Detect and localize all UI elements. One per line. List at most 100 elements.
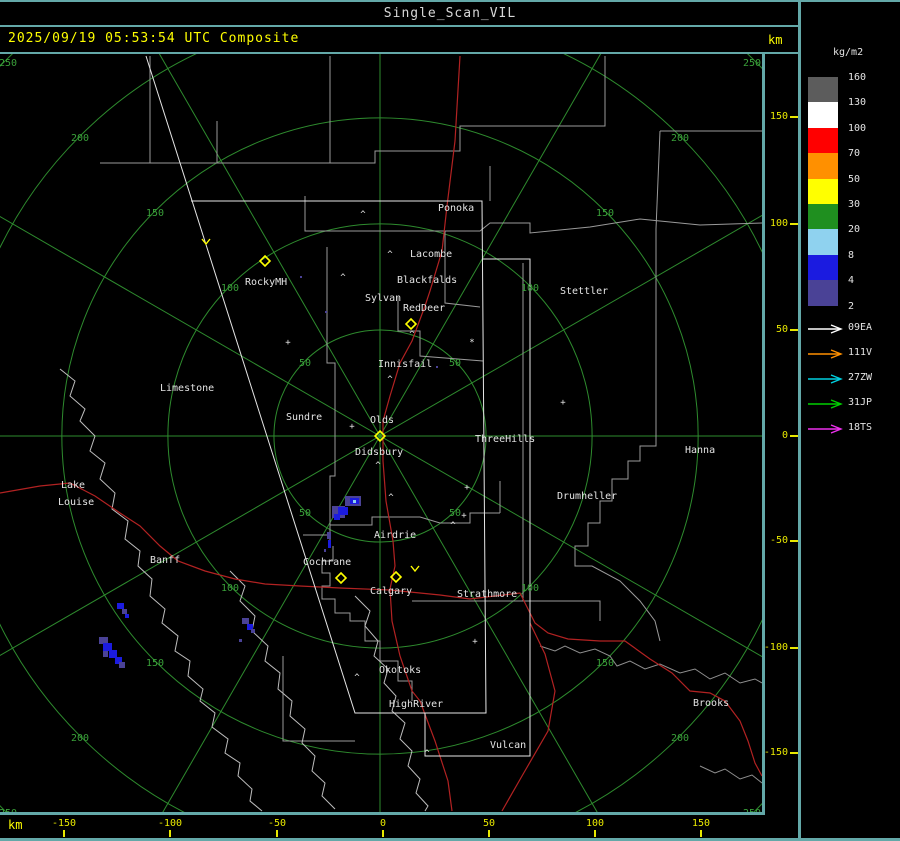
town-marker: +	[461, 511, 467, 521]
town-marker: +	[472, 637, 478, 647]
precip-echo	[324, 549, 326, 552]
city-label-okotoks: Okotoks	[379, 665, 421, 676]
city-label-banff: Banff	[150, 555, 180, 566]
panel-separator	[798, 0, 801, 841]
ring-distance-label: 100	[221, 283, 239, 294]
x-axis-label: 150	[691, 818, 711, 829]
town-marker: +	[464, 483, 470, 493]
radar-id-label: 18TS	[848, 422, 873, 433]
y-axis-label: 0	[781, 430, 788, 441]
color-scale-value: 160	[848, 72, 867, 83]
ring-distance-label: 200	[671, 733, 689, 744]
color-scale-value: 2	[848, 300, 855, 312]
precip-echo	[327, 532, 331, 539]
city-label-stettler: Stettler	[560, 286, 608, 297]
city-label-threehills: ThreeHills	[475, 434, 535, 445]
city-label-ponoka: Ponoka	[438, 203, 474, 214]
city-label-vulcan: Vulcan	[490, 740, 526, 751]
ring-distance-label: 250	[743, 58, 761, 69]
color-scale-block	[808, 254, 838, 281]
town-marker: ^	[354, 673, 360, 683]
color-scale-block	[808, 102, 838, 128]
city-label-hanna: Hanna	[685, 445, 715, 456]
town-marker: +	[560, 398, 566, 408]
town-marker: ^	[424, 749, 430, 759]
city-label-strathmore: Strathmore	[457, 589, 517, 600]
color-scale-value: 30	[848, 199, 861, 210]
x-axis-tick	[700, 830, 702, 837]
ring-distance-label: 200	[671, 133, 689, 144]
town-marker: ^	[340, 273, 346, 283]
x-axis-label: -50	[267, 818, 287, 829]
town-marker: ^	[375, 461, 381, 471]
ring-distance-label: 200	[71, 733, 89, 744]
y-axis-tick	[790, 435, 798, 437]
town-marker: +	[285, 338, 291, 348]
city-label-brooks: Brooks	[693, 698, 729, 709]
ring-distance-label: 100	[521, 283, 539, 294]
city-label-sylvan: Sylvan	[365, 293, 401, 304]
ring-distance-label: 50	[299, 508, 311, 519]
color-scale-value: 20	[848, 224, 861, 236]
precip-echo	[325, 311, 327, 313]
y-axis-tick	[790, 647, 798, 649]
ring-distance-label: 150	[596, 658, 614, 669]
radar-id-label: 09EA	[848, 322, 873, 333]
ring-distance-label: 150	[596, 208, 614, 219]
color-scale-block	[808, 153, 838, 179]
map-bottom-border	[0, 812, 765, 815]
town-marker: +	[349, 422, 355, 432]
precip-echo	[103, 643, 112, 651]
color-scale-value: 50	[848, 173, 861, 185]
ring-distance-label: 50	[449, 358, 461, 369]
y-axis-tick	[790, 752, 798, 754]
city-label-didsbury: Didsbury	[355, 447, 403, 458]
precip-echo	[334, 514, 340, 520]
radar-id-label: 27ZW	[848, 372, 873, 383]
ring-distance-label: 50	[449, 508, 461, 519]
color-scale-value: 100	[848, 122, 867, 134]
town-marker: ^	[409, 330, 415, 340]
x-axis-tick	[594, 830, 596, 837]
y-axis-label: 50	[775, 324, 788, 335]
precip-echo	[125, 614, 129, 618]
precip-echo	[117, 603, 124, 609]
radar-app-window: { "window": { "title": "Single_Scan_VIL"…	[0, 0, 900, 841]
y-axis-label: 150	[769, 111, 788, 122]
color-scale-value: 4	[848, 275, 855, 287]
radar-arrow-icon	[806, 396, 848, 415]
precip-echo	[338, 507, 348, 515]
city-label-blackfalds: Blackfalds	[397, 275, 457, 286]
city-label-limestone: Limestone	[160, 383, 214, 394]
color-scale-block	[808, 77, 838, 103]
x-axis-label: -100	[157, 818, 183, 829]
x-axis-tick	[382, 830, 384, 837]
y-axis-label: -150	[763, 747, 788, 758]
town-marker: ^	[387, 375, 393, 385]
precip-echo	[242, 618, 249, 624]
city-label-cochrane: Cochrane	[303, 557, 351, 568]
precip-echo	[328, 540, 331, 548]
color-scale-block	[808, 178, 838, 204]
x-axis-label: 100	[585, 818, 605, 829]
x-axis-unit-label: km	[8, 818, 23, 832]
x-axis-label: 0	[379, 818, 387, 829]
ring-distance-label: 200	[71, 133, 89, 144]
precip-echo	[99, 637, 108, 644]
ring-distance-label: 100	[221, 583, 239, 594]
precip-echo	[119, 662, 125, 668]
radar-map-canvas[interactable]: 50 50 50 50 100 100 100 100 150 150 150 150 200 200 20…	[0, 54, 762, 812]
title-divider	[0, 25, 798, 27]
color-scale-value: 8	[848, 249, 855, 261]
town-marker: ^	[387, 250, 393, 260]
town-marker: ^	[388, 493, 394, 503]
x-axis-tick	[276, 830, 278, 837]
y-axis-unit-label: km	[768, 33, 783, 47]
town-marker: *	[469, 338, 474, 348]
color-scale-block	[808, 280, 838, 306]
precip-echo	[436, 366, 438, 368]
radar-arrow-icon	[806, 321, 848, 340]
city-label-airdrie: Airdrie	[374, 530, 416, 541]
color-scale-value: 130	[848, 97, 867, 109]
precip-echo	[122, 609, 127, 614]
